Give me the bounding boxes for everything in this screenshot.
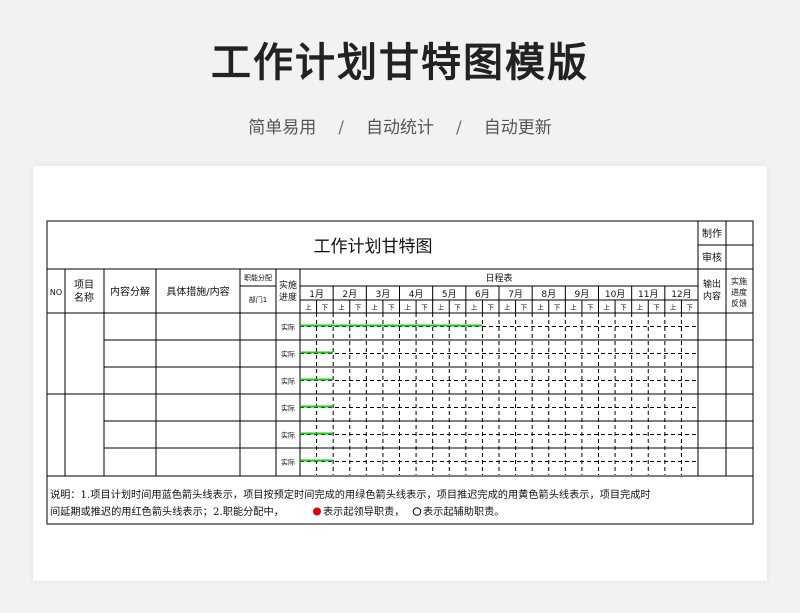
- half-label: 下: [587, 304, 594, 312]
- note-line-2b: 表示起领导职责，: [323, 505, 405, 518]
- status-label: 实际: [281, 377, 295, 386]
- separator: /: [338, 118, 344, 138]
- col-impl-2: 进度: [279, 291, 297, 303]
- month-label: 10月: [605, 289, 625, 300]
- gantt-sheet: 工作计划甘特图 制作 审核 NO 项目 名称 内容分解 具体措施/内容 职能分配…: [46, 220, 754, 525]
- month-label: 6月: [475, 289, 490, 300]
- col-breakdown: 内容分解: [110, 285, 150, 298]
- month-label: 4月: [409, 289, 424, 300]
- made-label: 制作: [702, 227, 722, 240]
- col-impl-1: 实施: [279, 279, 297, 291]
- col-item-2: 名称: [74, 291, 94, 304]
- col-item-1: 项目: [74, 279, 94, 291]
- col-feedback-1: 实施: [731, 276, 747, 286]
- feature-tagline: 简单易用 / 自动统计 / 自动更新: [0, 113, 800, 138]
- half-label: 上: [670, 303, 677, 312]
- half-label: 下: [322, 304, 329, 312]
- month-label: 7月: [508, 289, 523, 300]
- col-measures: 具体措施/内容: [166, 285, 229, 298]
- half-label: 下: [521, 304, 528, 312]
- col-feedback-3: 反馈: [731, 298, 747, 308]
- col-schedule: 日程表: [485, 272, 512, 284]
- month-label: 9月: [575, 289, 590, 300]
- separator: /: [456, 118, 462, 138]
- note-line-2a: 间延期或推迟的用红色箭头线表示；2.职能分配中，: [50, 505, 284, 518]
- half-label: 上: [471, 303, 478, 312]
- half-label: 上: [405, 303, 412, 312]
- month-label: 1月: [309, 289, 324, 300]
- month-label: 5月: [442, 289, 457, 300]
- half-label: 上: [604, 303, 611, 312]
- half-label: 上: [305, 303, 312, 312]
- half-label: 下: [653, 304, 660, 312]
- col-output-1: 输出: [703, 278, 721, 290]
- month-label: 2月: [342, 289, 357, 300]
- half-label: 下: [388, 304, 395, 312]
- col-roles: 职能分配: [244, 273, 272, 282]
- half-label: 上: [371, 303, 378, 312]
- status-label: 实际: [281, 458, 295, 467]
- sheet-title: 工作计划甘特图: [314, 237, 433, 257]
- half-label: 下: [454, 304, 461, 312]
- feature-update: 自动更新: [483, 118, 552, 138]
- assist-circle-icon: [412, 507, 422, 516]
- note-line-1: 说明：1.项目计划时间用蓝色箭头线表示，项目按预定时间完成的用绿色箭头线表示，项…: [50, 488, 651, 501]
- half-label: 上: [570, 303, 577, 312]
- half-label: 下: [620, 304, 627, 312]
- month-label: 12月: [671, 289, 691, 300]
- half-label: 上: [338, 303, 345, 312]
- month-label: 3月: [376, 289, 391, 300]
- half-label: 上: [537, 303, 544, 312]
- col-dept: 部门1: [249, 295, 267, 304]
- half-label: 上: [504, 303, 511, 312]
- half-label: 下: [487, 304, 494, 312]
- status-label: 实际: [281, 404, 295, 413]
- month-label: 11月: [638, 289, 658, 300]
- note-line-2c: 表示起辅助职责。: [423, 505, 505, 518]
- review-label: 审核: [702, 251, 722, 264]
- feature-easy: 简单易用: [248, 118, 317, 138]
- half-label: 下: [554, 304, 561, 312]
- month-label: 8月: [541, 289, 556, 300]
- col-no: NO: [50, 288, 62, 297]
- half-label: 上: [637, 303, 644, 312]
- status-label: 实际: [281, 323, 295, 332]
- status-label: 实际: [281, 350, 295, 359]
- page-title: 工作计划甘特图模版: [211, 40, 589, 86]
- half-label: 下: [421, 304, 428, 312]
- half-label: 上: [438, 303, 445, 312]
- feature-stats: 自动统计: [366, 118, 434, 138]
- half-label: 下: [686, 304, 693, 312]
- status-label: 实际: [281, 431, 295, 440]
- lead-dot-icon: [313, 507, 321, 516]
- col-feedback-2: 进度: [731, 287, 747, 297]
- col-output-2: 内容: [703, 290, 721, 302]
- sheet-card: 工作计划甘特图 制作 审核 NO 项目 名称 内容分解 具体措施/内容 职能分配…: [33, 166, 767, 581]
- half-label: 下: [355, 304, 362, 312]
